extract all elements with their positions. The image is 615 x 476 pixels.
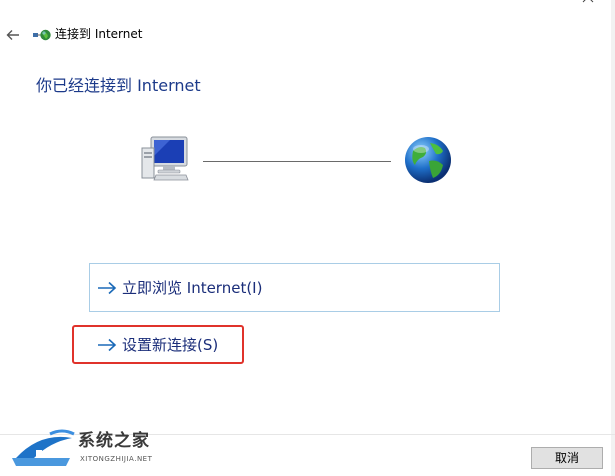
right-arrow-icon xyxy=(98,281,117,294)
globe-icon xyxy=(403,135,453,185)
setup-new-connection-option[interactable]: 设置新连接(S) xyxy=(72,325,244,364)
network-connection-icon xyxy=(33,27,51,41)
setup-new-connection-label: 设置新连接(S) xyxy=(122,335,219,354)
watermark: 系统之家 XITONGZHIJIA.NET xyxy=(10,428,160,472)
browse-internet-option[interactable]: 立即浏览 Internet(I) xyxy=(89,263,500,312)
computer-icon xyxy=(140,136,190,182)
minimize-button[interactable] xyxy=(473,0,519,10)
watermark-logo-icon xyxy=(12,429,75,466)
connect-to-internet-window: 连接到 Internet 你已经连接到 Internet 立即浏览 Intern… xyxy=(0,0,615,476)
cancel-button[interactable]: 取消 xyxy=(531,447,603,469)
connection-line xyxy=(203,161,391,162)
window-title: 连接到 Internet xyxy=(55,27,143,41)
browse-internet-label: 立即浏览 Internet(I) xyxy=(122,278,263,297)
right-arrow-icon xyxy=(98,338,117,351)
window-edge xyxy=(611,0,615,476)
close-icon xyxy=(582,0,594,3)
back-button[interactable] xyxy=(4,26,22,44)
watermark-name: 系统之家 xyxy=(78,431,150,451)
close-button[interactable] xyxy=(565,0,611,10)
back-arrow-icon xyxy=(6,30,19,40)
page-heading: 你已经连接到 Internet xyxy=(36,76,201,95)
watermark-url: XITONGZHIJIA.NET xyxy=(80,455,153,463)
maximize-button[interactable] xyxy=(519,0,565,10)
